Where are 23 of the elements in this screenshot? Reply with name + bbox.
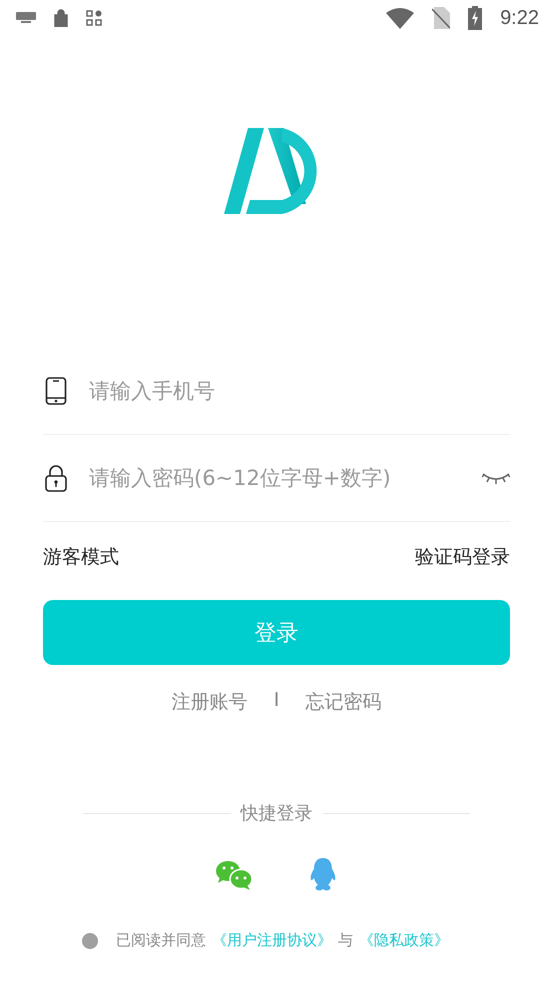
apps-icon: [86, 10, 102, 26]
keyboard-icon: [16, 12, 36, 24]
closed-eye-icon[interactable]: [482, 471, 510, 485]
register-link[interactable]: 注册账号: [172, 689, 248, 715]
shopping-bag-icon: [54, 9, 68, 27]
sms-login-link[interactable]: 验证码登录: [415, 544, 510, 570]
phone-icon: [45, 377, 67, 405]
agreement-text: 已阅读并同意: [116, 931, 206, 950]
wechat-icon[interactable]: [214, 859, 252, 891]
lock-icon: [45, 464, 67, 492]
battery-charging-icon: [468, 6, 482, 30]
clock-time: 9:22: [500, 6, 539, 30]
agreement-checkbox[interactable]: [82, 932, 98, 948]
login-button[interactable]: 登录: [43, 600, 510, 665]
quick-login-title: 快捷登录: [240, 802, 312, 825]
guest-mode-link[interactable]: 游客模式: [43, 544, 119, 570]
privacy-policy-link[interactable]: 《隐私政策》: [359, 931, 449, 950]
wifi-icon: [386, 7, 414, 29]
forgot-password-link[interactable]: 忘记密码: [305, 689, 382, 715]
conjunction-text: 与: [338, 931, 353, 950]
user-agreement-link[interactable]: 《用户注册协议》: [212, 931, 332, 950]
no-sim-icon: [432, 7, 450, 29]
link-separator: I: [274, 689, 280, 713]
